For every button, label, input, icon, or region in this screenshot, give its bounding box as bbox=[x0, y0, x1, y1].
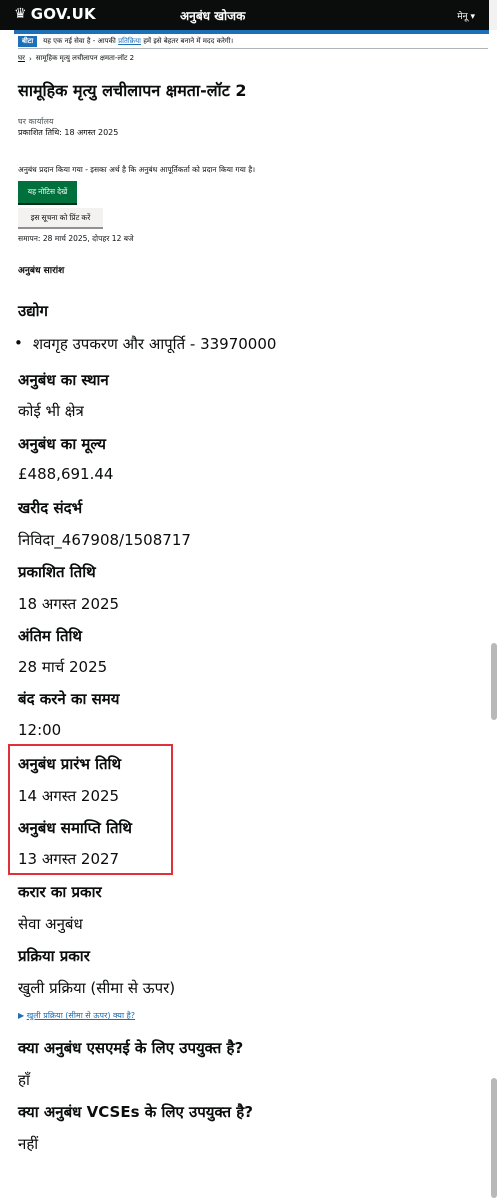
industry-value: शवगृह उपकरण और आपूर्ति - 33970000 bbox=[32, 335, 277, 353]
breadcrumb-current: सामूहिक मृत्यु लचीलापन क्षमता-लॉट 2 bbox=[35, 54, 135, 62]
procedure-details-toggle[interactable]: ▶ खुली प्रक्रिया (सीमा से ऊपर) क्या है? bbox=[18, 1010, 135, 1021]
published-heading: प्रकाशित तिथि bbox=[18, 563, 96, 581]
reference-heading: खरीद संदर्भ bbox=[18, 499, 83, 517]
menu-button[interactable]: मेनू ▾ bbox=[457, 9, 475, 22]
location-value: कोई भी क्षेत्र bbox=[18, 402, 84, 420]
start-date-heading: अनुबंध प्रारंभ तिथि bbox=[18, 755, 122, 773]
contract-summary-heading: अनुबंध सारांश bbox=[18, 266, 65, 276]
reference-value: निविदा_467908/1508717 bbox=[18, 531, 191, 549]
published-value: 18 अगस्त 2025 bbox=[18, 595, 120, 613]
vcse-value: नहीं bbox=[18, 1135, 39, 1153]
closing-time-heading: बंद करने का समय bbox=[18, 690, 120, 708]
closing-time-value: 12:00 bbox=[18, 721, 62, 739]
print-notice-button[interactable]: इस सूचना को प्रिंट करें bbox=[18, 208, 103, 227]
contract-type-value: सेवा अनुबंध bbox=[18, 915, 83, 933]
industry-list-item: • शवगृह उपकरण और आपूर्ति - 33970000 bbox=[14, 334, 276, 354]
deadline-heading: अंतिम तिथि bbox=[18, 627, 82, 645]
view-notice-button[interactable]: यह नोटिस देखें bbox=[18, 181, 77, 203]
bullet-icon: • bbox=[14, 334, 23, 352]
page-title: सामूहिक मृत्यु लचीलापन क्षमता-लॉट 2 bbox=[18, 81, 247, 100]
beta-tag: बीटा bbox=[18, 36, 38, 47]
organisation-name: घर कार्यालय bbox=[18, 117, 54, 126]
triangle-right-icon: ▶ bbox=[18, 1011, 25, 1020]
scrollbar-thumb[interactable] bbox=[491, 643, 497, 720]
govuk-logo-link[interactable]: ♛ GOV.UK bbox=[14, 5, 96, 23]
award-status-note: अनुबंध प्रदान किया गया - इसका अर्थ है कि… bbox=[18, 165, 256, 174]
scrollbar-thumb-lower[interactable] bbox=[491, 1078, 497, 1198]
sme-value: हाँ bbox=[18, 1071, 30, 1089]
caret-down-icon: ▾ bbox=[470, 12, 475, 22]
value-heading: अनुबंध का मूल्य bbox=[18, 435, 106, 453]
procedure-type-value: खुली प्रक्रिया (सीमा से ऊपर) bbox=[18, 979, 176, 997]
beta-text: यह एक नई सेवा है - आपकी प्रतिक्रिया हमें… bbox=[43, 37, 233, 46]
deadline-value: 28 मार्च 2025 bbox=[18, 658, 108, 676]
beta-text-before: यह एक नई सेवा है - आपकी bbox=[43, 37, 116, 45]
scrollbar-track-top bbox=[489, 0, 497, 30]
feedback-link[interactable]: प्रतिक्रिया bbox=[118, 37, 141, 45]
procedure-type-heading: प्रक्रिया प्रकार bbox=[18, 947, 90, 965]
procedure-details-link: खुली प्रक्रिया (सीमा से ऊपर) क्या है? bbox=[26, 1011, 136, 1020]
published-date: प्रकाशित तिथि: 18 अगस्त 2025 bbox=[18, 128, 119, 137]
brand-label: GOV.UK bbox=[30, 5, 96, 23]
industry-heading: उद्योग bbox=[18, 302, 49, 320]
menu-label: मेनू bbox=[457, 12, 468, 22]
sme-heading: क्या अनुबंध एसएमई के लिए उपयुक्त है? bbox=[18, 1039, 244, 1057]
beta-text-after: हमें इसे बेहतर बनाने में मदद करेगी। bbox=[143, 37, 234, 45]
start-date-value: 14 अगस्त 2025 bbox=[18, 787, 120, 805]
header-blue-rule bbox=[14, 30, 489, 34]
phase-banner: बीटा यह एक नई सेवा है - आपकी प्रतिक्रिया… bbox=[18, 36, 233, 47]
value-amount: £488,691.44 bbox=[18, 465, 114, 483]
govuk-header: ♛ GOV.UK अनुबंध खोजक मेनू ▾ bbox=[0, 0, 497, 30]
breadcrumb-home-link[interactable]: घर bbox=[18, 54, 25, 63]
service-name-link[interactable]: अनुबंध खोजक bbox=[180, 7, 245, 24]
crown-icon: ♛ bbox=[14, 6, 27, 22]
vcse-heading: क्या अनुबंध VCSEs के लिए उपयुक्त है? bbox=[18, 1103, 253, 1121]
end-date-heading: अनुबंध समाप्ति तिथि bbox=[18, 819, 132, 837]
banner-divider bbox=[18, 48, 488, 49]
end-date-value: 13 अगस्त 2027 bbox=[18, 850, 120, 868]
chevron-right-icon: › bbox=[29, 54, 32, 63]
breadcrumb: घर › सामूहिक मृत्यु लचीलापन क्षमता-लॉट 2 bbox=[18, 54, 134, 63]
contract-type-heading: करार का प्रकार bbox=[18, 883, 102, 901]
closing-date: समापन: 28 मार्च 2025, दोपहर 12 बजे bbox=[18, 234, 134, 243]
location-heading: अनुबंध का स्थान bbox=[18, 371, 109, 389]
